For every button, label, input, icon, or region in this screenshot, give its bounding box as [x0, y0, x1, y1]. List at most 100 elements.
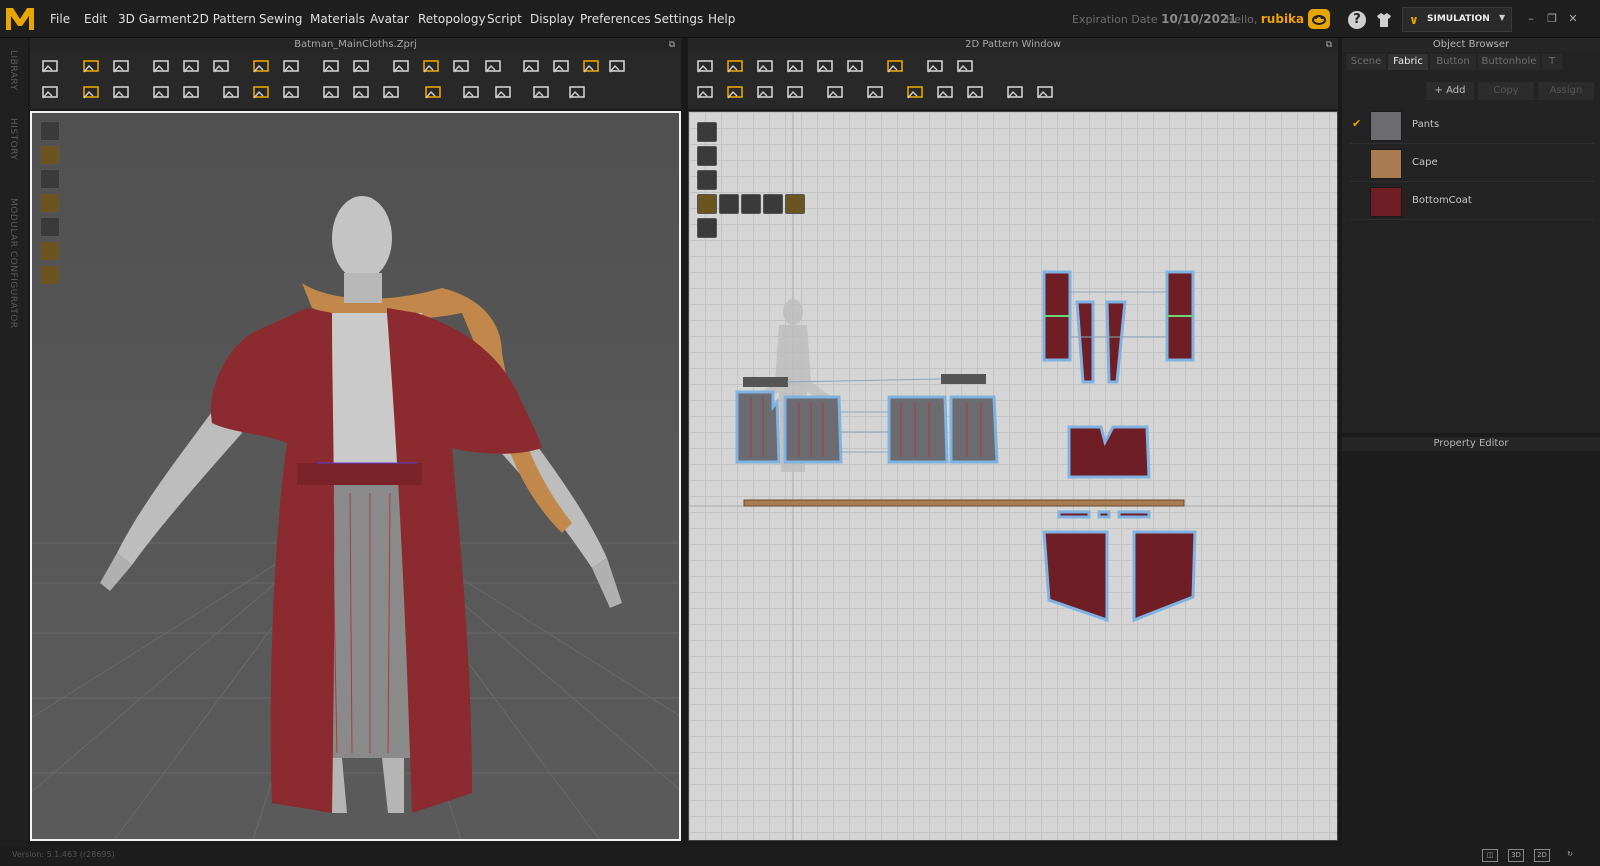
fabric-swatch[interactable] [1370, 111, 1402, 141]
info-icon[interactable] [697, 170, 717, 190]
menu-2d-pattern[interactable]: 2D Pattern [192, 12, 256, 26]
texture-display-icon[interactable] [40, 193, 60, 213]
garment-tool-icon[interactable] [150, 55, 172, 77]
pattern-tool-icon[interactable] [954, 55, 976, 77]
edit-pattern-icon[interactable] [697, 122, 717, 142]
garment-tool-icon[interactable] [566, 81, 588, 103]
pattern-tool-icon[interactable] [784, 55, 806, 77]
texture-2d-icon[interactable] [697, 194, 717, 214]
copy-fabric-button[interactable]: Copy [1478, 82, 1534, 100]
garment-display-icon[interactable] [40, 145, 60, 165]
garment-tool-icon[interactable] [280, 55, 302, 77]
menu-edit[interactable]: Edit [84, 12, 107, 26]
help-icon[interactable]: ? [1348, 11, 1366, 29]
pattern-display-icon[interactable] [697, 218, 717, 238]
garment-tool-icon[interactable] [350, 55, 372, 77]
history-tab[interactable]: HISTORY [8, 118, 18, 160]
garment-tool-icon[interactable] [550, 55, 572, 77]
garment-tool-icon[interactable] [180, 55, 202, 77]
avatar-view-icon[interactable] [40, 121, 60, 141]
pattern-tool-icon[interactable] [964, 81, 986, 103]
tab-fabric[interactable]: Fabric [1388, 54, 1428, 70]
fabric-swatch[interactable] [1370, 187, 1402, 217]
pattern-tool-icon[interactable] [694, 81, 716, 103]
add-fabric-button[interactable]: + Add [1426, 82, 1474, 100]
pattern-tool-icon[interactable] [784, 81, 806, 103]
menu-preferences[interactable]: Preferences [580, 12, 651, 26]
menu-file[interactable]: File [50, 12, 70, 26]
environment-display-icon[interactable] [40, 265, 60, 285]
garment-tool-icon[interactable] [80, 81, 102, 103]
fabric-item[interactable]: Cape [1350, 146, 1594, 182]
pattern-tool-icon[interactable] [884, 55, 906, 77]
popout-icon[interactable]: ⧉ [669, 38, 675, 52]
cloud-sync-icon[interactable] [1308, 9, 1330, 29]
garment-tool-icon[interactable] [380, 81, 402, 103]
garment-tool-icon[interactable] [530, 81, 552, 103]
menu-display[interactable]: Display [530, 12, 574, 26]
garment-tool-icon[interactable] [180, 81, 202, 103]
3d-view-icon[interactable]: 3D [1508, 849, 1524, 862]
garment-tool-icon[interactable] [250, 55, 272, 77]
layer-view-icon[interactable] [763, 194, 783, 214]
pattern-tool-icon[interactable] [724, 81, 746, 103]
layer-view-icon[interactable] [785, 194, 805, 214]
garment-tool-icon[interactable] [420, 55, 442, 77]
garment-tool-icon[interactable] [450, 55, 472, 77]
garment-tool-icon[interactable] [110, 81, 132, 103]
assign-fabric-button[interactable]: Assign [1538, 82, 1594, 100]
tab-button[interactable]: Button [1430, 54, 1476, 70]
menu-help[interactable]: Help [708, 12, 735, 26]
2d-view-icon[interactable]: 2D [1534, 849, 1550, 862]
garment-icon[interactable] [1375, 12, 1393, 28]
garment-tool-icon[interactable] [482, 55, 504, 77]
garment-tool-icon[interactable] [150, 81, 172, 103]
pattern-tool-icon[interactable] [824, 81, 846, 103]
pattern-tool-icon[interactable] [904, 81, 926, 103]
pattern-tool-icon[interactable] [924, 55, 946, 77]
garment-tool-icon[interactable] [422, 81, 444, 103]
pattern-tool-icon[interactable] [934, 81, 956, 103]
close-button[interactable]: ✕ [1565, 12, 1581, 26]
fabric-swatch[interactable] [1370, 149, 1402, 179]
garment-tool-icon[interactable] [210, 55, 232, 77]
garment-tool-icon[interactable] [320, 55, 342, 77]
pattern-tool-icon[interactable] [844, 55, 866, 77]
garment-tool-icon[interactable] [606, 55, 628, 77]
layer-view-icon[interactable] [719, 194, 739, 214]
restore-button[interactable]: ❐ [1544, 12, 1560, 26]
tab-buttonhole[interactable]: Buttonhole [1478, 54, 1540, 70]
garment-tool-icon[interactable] [492, 81, 514, 103]
menu-settings[interactable]: Settings [654, 12, 703, 26]
tab-scene[interactable]: Scene [1346, 54, 1386, 70]
avatar-display-icon[interactable] [40, 169, 60, 189]
garment-view-icon[interactable] [697, 146, 717, 166]
menu-materials[interactable]: Materials [310, 12, 365, 26]
split-view-icon[interactable]: ◫ [1482, 849, 1498, 862]
pattern-tool-icon[interactable] [814, 55, 836, 77]
pattern-tool-icon[interactable] [1004, 81, 1026, 103]
garment-tool-icon[interactable] [350, 81, 372, 103]
garment-tool-icon[interactable] [39, 81, 61, 103]
mode-selector[interactable]: ∨ SIMULATION ▼ [1402, 7, 1512, 32]
pattern-tool-icon[interactable] [694, 55, 716, 77]
menu-retopology[interactable]: Retopology [418, 12, 486, 26]
garment-tool-icon[interactable] [460, 81, 482, 103]
garment-tool-icon[interactable] [520, 55, 542, 77]
menu-avatar[interactable]: Avatar [370, 12, 409, 26]
minimize-button[interactable]: – [1523, 12, 1539, 26]
garment-tool-icon[interactable] [39, 55, 61, 77]
fabric-item[interactable]: ✔ Pants [1350, 108, 1594, 144]
garment-tool-icon[interactable] [250, 81, 272, 103]
menu-3d-garment[interactable]: 3D Garment [118, 12, 191, 26]
modular-configurator-tab[interactable]: MODULAR CONFIGURATOR [8, 198, 18, 329]
garment-tool-icon[interactable] [280, 81, 302, 103]
pattern-tool-icon[interactable] [1034, 81, 1056, 103]
menu-sewing[interactable]: Sewing [259, 12, 302, 26]
popout-icon[interactable]: ⧉ [1326, 38, 1332, 52]
fabric-item[interactable]: BottomCoat [1350, 184, 1594, 220]
viewport-3d[interactable] [30, 111, 681, 841]
pattern-tool-icon[interactable] [754, 55, 776, 77]
garment-tool-icon[interactable] [580, 55, 602, 77]
tab-more[interactable]: T [1542, 54, 1562, 70]
